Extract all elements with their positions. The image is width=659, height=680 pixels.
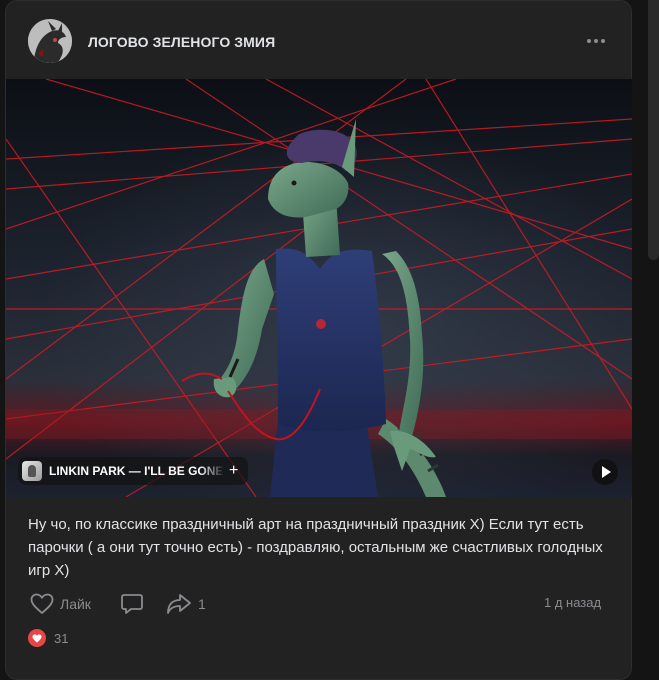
play-icon[interactable] bbox=[592, 459, 618, 485]
post-actions: Лайк 1 bbox=[6, 589, 631, 619]
artwork-image bbox=[6, 79, 632, 497]
like-label: Лайк bbox=[60, 596, 91, 612]
more-icon[interactable] bbox=[584, 31, 608, 51]
share-button[interactable]: 1 bbox=[166, 589, 206, 619]
heart-filled-icon bbox=[28, 629, 46, 647]
music-title: LINKIN PARK — I'LL BE GONE bbox=[49, 464, 224, 478]
like-button[interactable]: Лайк bbox=[30, 589, 91, 619]
comment-icon bbox=[121, 594, 143, 614]
post-header: ЛОГОВО ЗЕЛЕНОГО ЗМИЯ bbox=[6, 1, 631, 79]
heart-outline-icon bbox=[30, 593, 54, 615]
community-avatar[interactable] bbox=[28, 19, 72, 63]
music-attachment[interactable]: LINKIN PARK — I'LL BE GONE + bbox=[18, 457, 249, 485]
community-name[interactable]: ЛОГОВО ЗЕЛЕНОГО ЗМИЯ bbox=[88, 34, 275, 50]
comment-button[interactable] bbox=[120, 589, 144, 619]
post-card: ЛОГОВО ЗЕЛЕНОГО ЗМИЯ LINKIN PARK — I'LL … bbox=[5, 0, 632, 680]
share-count: 1 bbox=[198, 596, 206, 612]
share-arrow-icon bbox=[167, 594, 191, 614]
reactions-count: 31 bbox=[54, 630, 69, 646]
post-image[interactable]: LINKIN PARK — I'LL BE GONE + bbox=[6, 79, 632, 497]
scrollbar[interactable] bbox=[648, 0, 659, 260]
add-music-icon[interactable]: + bbox=[229, 463, 238, 479]
post-text: Ну чо, по классике праздничный арт на пр… bbox=[28, 516, 603, 579]
post-time[interactable]: 1 д назад bbox=[544, 595, 601, 610]
music-cover-icon bbox=[22, 461, 42, 481]
reactions-summary[interactable]: 31 bbox=[28, 629, 68, 647]
